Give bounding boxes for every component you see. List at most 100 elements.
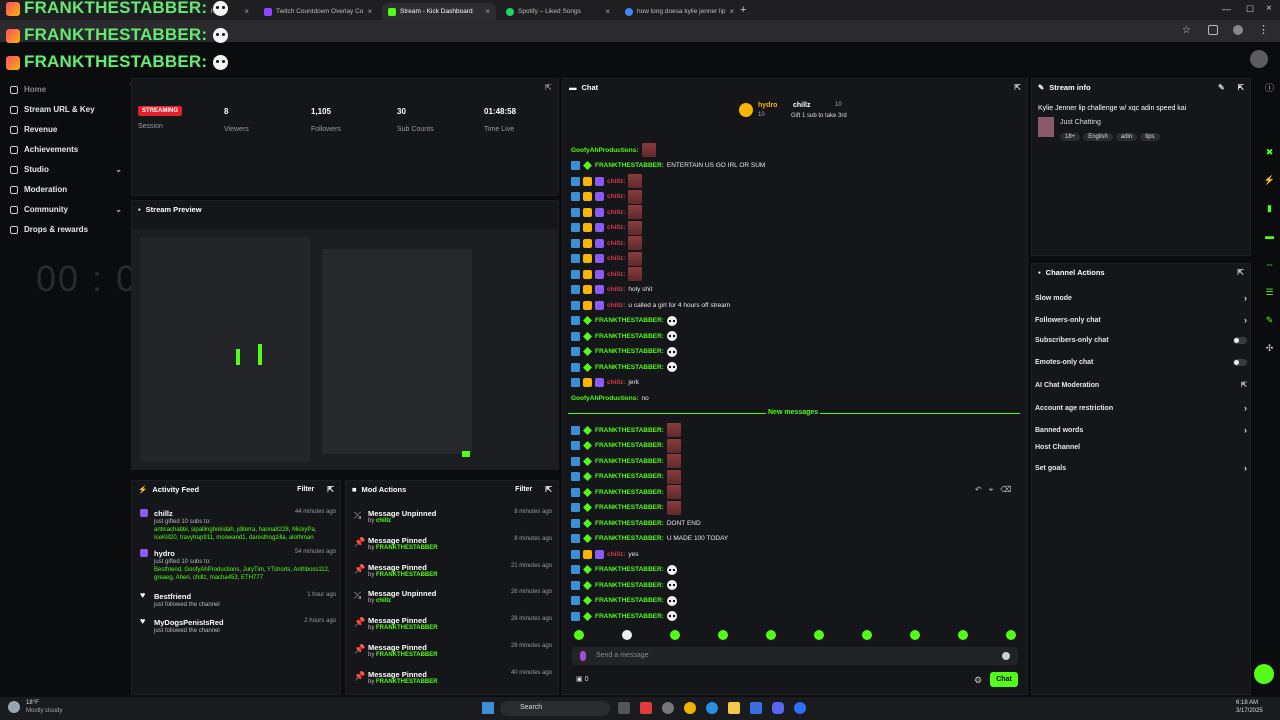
app-icon[interactable] — [750, 702, 762, 714]
popout-icon[interactable]: ⇱ — [1237, 268, 1244, 277]
chat-message[interactable]: FRANKTHESTABBER: — [571, 345, 677, 359]
chat-message[interactable]: chillz: yes — [571, 547, 639, 561]
chat-message[interactable]: FRANKTHESTABBER: — [571, 469, 681, 484]
close-icon[interactable]: × — [730, 7, 735, 16]
rail-trash-icon[interactable]: ▮ — [1263, 202, 1276, 215]
new-tab-icon[interactable]: + — [740, 4, 746, 16]
chat-username[interactable]: chillz: — [607, 379, 625, 386]
chat-username[interactable]: chillz: — [607, 193, 625, 200]
chat-username[interactable]: chillz: — [607, 178, 625, 185]
reply-icon[interactable]: ↶ — [975, 485, 982, 497]
chat-username[interactable]: FRANKTHESTABBER: — [595, 442, 664, 449]
profile-icon[interactable] — [1233, 25, 1243, 35]
chat-message[interactable]: chillz: holy shit — [571, 283, 652, 297]
chat-message[interactable]: FRANKTHESTABBER: — [571, 360, 677, 374]
action-ai-moderation[interactable]: AI Chat Moderation ⇱ — [1035, 381, 1247, 390]
action-account-age[interactable]: Account age restriction › — [1035, 403, 1247, 413]
chat-username[interactable]: GoofyAhProductions: — [571, 395, 639, 402]
close-icon[interactable]: × — [367, 7, 372, 16]
close-window-icon[interactable]: × — [1266, 3, 1272, 14]
action-emotes-only[interactable]: Emotes-only chat — [1035, 359, 1247, 366]
chat-message[interactable]: FRANKTHESTABBER: — [571, 485, 681, 499]
chat-username[interactable]: GoofyAhProductions: — [571, 147, 639, 154]
emote-icon[interactable] — [766, 630, 776, 640]
emote-icon[interactable] — [1006, 630, 1016, 640]
emote-icon[interactable] — [718, 630, 728, 640]
chat-message[interactable]: FRANKTHESTABBER: — [571, 578, 677, 592]
second-gifter-name[interactable]: chillz — [793, 102, 811, 109]
action-banned-words[interactable]: Banned words › — [1035, 425, 1247, 435]
extensions-icon[interactable] — [1208, 25, 1218, 35]
nav-moderation[interactable]: Moderation — [10, 185, 122, 194]
nav-studio[interactable]: Studio ⌄ — [10, 165, 122, 174]
chat-message[interactable]: chillz: — [571, 174, 643, 188]
chat-message[interactable]: chillz: — [571, 267, 643, 281]
browser-tab-active[interactable]: Stream - Kick Dashboard × — [382, 3, 496, 20]
rail-chat-icon[interactable]: ▬ — [1263, 230, 1276, 243]
gift-cta[interactable]: Gift 1 sub to take 3rd — [791, 113, 847, 119]
avatar[interactable] — [1250, 50, 1268, 68]
emoji-picker-icon[interactable] — [1002, 652, 1010, 660]
rail-wrench-icon[interactable]: ✎ — [1263, 314, 1276, 327]
stream-preview-video[interactable] — [132, 229, 558, 469]
chat-username[interactable]: chillz: — [607, 551, 625, 558]
chat-username[interactable]: FRANKTHESTABBER: — [595, 489, 664, 496]
rail-list-icon[interactable]: ☰ — [1263, 286, 1276, 299]
folder-icon[interactable] — [728, 702, 740, 714]
nav-achievements[interactable]: Achievements — [10, 145, 122, 154]
rail-lightning-icon[interactable]: ⚡ — [1263, 174, 1276, 187]
windows-start-icon[interactable] — [482, 702, 494, 714]
activity-filter-button[interactable]: Filter — [297, 486, 314, 493]
chat-username[interactable]: chillz: — [607, 302, 625, 309]
close-icon[interactable]: × — [244, 7, 249, 16]
action-subscribers-only[interactable]: Subscribers-only chat — [1035, 337, 1247, 344]
chat-username[interactable]: FRANKTHESTABBER: — [595, 613, 664, 620]
chat-username[interactable]: FRANKTHESTABBER: — [595, 566, 664, 573]
star-icon[interactable]: ☆ — [1182, 25, 1191, 36]
app-icon[interactable] — [640, 702, 652, 714]
chat-message[interactable]: chillz: — [571, 189, 643, 204]
emote-icon[interactable] — [910, 630, 920, 640]
chat-message[interactable]: chillz: — [571, 236, 643, 250]
chat-username[interactable]: chillz: — [607, 271, 625, 278]
emote-icon[interactable] — [622, 630, 632, 640]
nav-drops-rewards[interactable]: Drops & rewards — [10, 225, 122, 234]
action-followers-only[interactable]: Followers-only chat › — [1035, 315, 1247, 325]
chat-message[interactable]: FRANKTHESTABBER: — [571, 314, 677, 328]
taskbar-search[interactable]: Search — [500, 701, 610, 716]
chat-username[interactable]: FRANKTHESTABBER: — [595, 504, 664, 511]
chat-username[interactable]: FRANKTHESTABBER: — [595, 458, 664, 465]
chat-username[interactable]: FRANKTHESTABBER: — [595, 520, 664, 527]
browser-tab[interactable]: Twitch Countdown Overlay Co × — [258, 3, 376, 20]
chat-message[interactable]: FRANKTHESTABBER: — [571, 454, 681, 468]
pin-icon[interactable]: ⌖ — [989, 485, 994, 497]
chat-message[interactable]: FRANKTHESTABBER: — [571, 329, 677, 343]
popout-icon[interactable]: ⇱ — [545, 83, 552, 92]
chat-username[interactable]: FRANKTHESTABBER: — [595, 473, 664, 480]
chat-message[interactable]: FRANKTHESTABBER: — [571, 500, 681, 515]
chat-message[interactable]: chillz: — [571, 205, 643, 219]
mod-filter-button[interactable]: Filter — [515, 486, 532, 493]
subscribers-only-toggle[interactable] — [1233, 337, 1247, 344]
chat-message[interactable]: FRANKTHESTABBER: — [571, 609, 677, 623]
chat-username[interactable]: chillz: — [607, 209, 625, 216]
browser-tab[interactable]: Spotify – Liked Songs × — [500, 3, 616, 20]
chat-message[interactable]: FRANKTHESTABBER: — [571, 423, 681, 437]
popout-icon[interactable]: ⇱ — [327, 485, 334, 494]
action-set-goals[interactable]: Set goals › — [1035, 463, 1247, 473]
nav-stream-url-key[interactable]: Stream URL & Key — [10, 105, 122, 114]
chat-message[interactable]: chillz: u called a girl for 4 hours off s… — [571, 298, 730, 312]
rail-shield-icon[interactable]: ✖ — [1263, 146, 1276, 159]
chat-message[interactable]: FRANKTHESTABBER: — [571, 438, 681, 453]
chat-message[interactable]: chillz: — [571, 220, 643, 235]
category-name[interactable]: Just Chatting — [1060, 119, 1101, 126]
popout-icon[interactable]: ⇱ — [1238, 83, 1244, 92]
send-chat-button[interactable]: Chat — [990, 672, 1018, 687]
chat-settings-icon[interactable]: ⚙ — [974, 675, 982, 686]
rail-split-icon[interactable]: ⇔ — [1263, 258, 1276, 271]
popout-icon[interactable]: ⇱ — [545, 485, 552, 494]
app-icon[interactable] — [794, 702, 806, 714]
top-gifter-name[interactable]: hydro — [758, 102, 777, 109]
close-icon[interactable]: × — [485, 7, 490, 16]
chat-username[interactable]: FRANKTHESTABBER: — [595, 535, 664, 542]
